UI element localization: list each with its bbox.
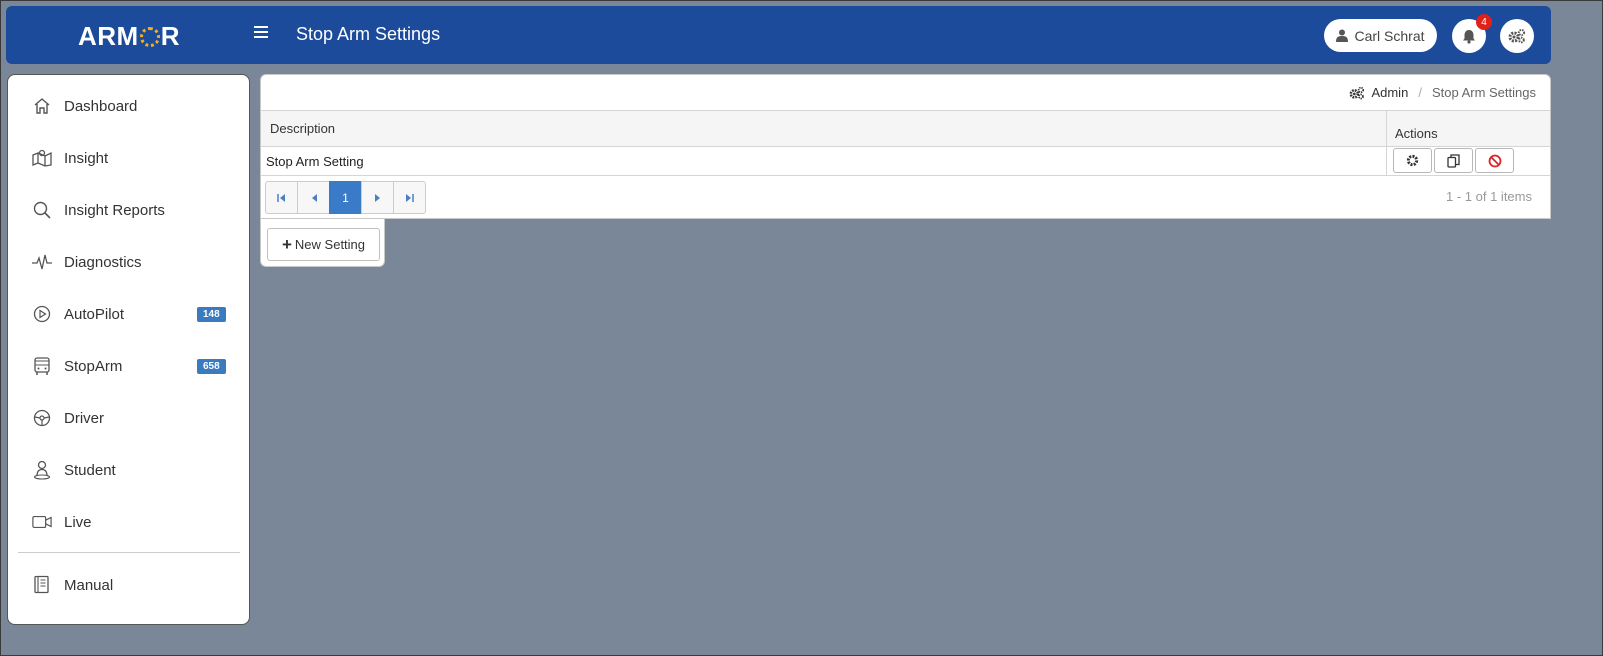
notifications-button[interactable]: 4 (1452, 14, 1492, 53)
new-setting-button[interactable]: + New Setting (267, 228, 380, 261)
sidebar-item-label: Diagnostics (64, 253, 142, 271)
row-description: Stop Arm Setting (266, 154, 364, 169)
user-name: Carl Schrat (1354, 27, 1425, 44)
edit-settings-button[interactable] (1393, 148, 1432, 173)
first-page-icon (277, 193, 285, 202)
copy-button[interactable] (1434, 148, 1473, 173)
sidebar-item-label: Live (64, 513, 92, 531)
settings-button[interactable] (1500, 19, 1534, 53)
sidebar-item-insight[interactable]: Insight (8, 138, 249, 178)
sidebar-item-label: StopArm (64, 357, 123, 375)
home-icon (32, 96, 52, 116)
prev-page-button[interactable] (297, 181, 330, 214)
autopilot-count-badge: 148 (197, 306, 226, 322)
new-setting-area: + New Setting (260, 219, 385, 267)
page-title: Stop Arm Settings (296, 24, 441, 44)
next-page-icon (374, 193, 380, 202)
sidebar-item-live[interactable]: Live (8, 502, 249, 542)
sidebar-item-student[interactable]: Student (8, 450, 249, 490)
sidebar-item-label: Insight (64, 149, 109, 167)
pager-info: 1 - 1 of 1 items (1446, 189, 1532, 204)
last-page-button[interactable] (393, 181, 426, 214)
logo-prefix: ARM (78, 21, 139, 51)
column-header-actions: Actions (1395, 126, 1438, 141)
top-header: ARM R Stop Arm Settings Carl Schrat 4 (6, 6, 1551, 64)
prev-page-icon (311, 193, 317, 202)
map-icon (32, 148, 52, 168)
steering-wheel-icon (32, 408, 52, 428)
sidebar-item-diagnostics[interactable]: Diagnostics (8, 242, 249, 282)
stoparm-count-badge: 658 (197, 358, 226, 374)
play-circle-icon (32, 304, 52, 324)
sidebar-item-stoparm[interactable]: StopArm 658 (8, 346, 249, 386)
ban-icon (1488, 154, 1501, 167)
gears-icon (1350, 86, 1365, 99)
user-menu-button[interactable]: Carl Schrat (1324, 19, 1437, 52)
sidebar-item-insight-reports[interactable]: Insight Reports (8, 190, 249, 230)
row-actions (1386, 147, 1550, 175)
sidebar-item-label: Student (64, 461, 116, 479)
armor-logo[interactable]: ARM R (78, 21, 180, 52)
video-camera-icon (32, 512, 52, 532)
logo-suffix: R (160, 21, 180, 51)
user-icon (1336, 29, 1349, 42)
search-icon (32, 200, 52, 220)
gear-icon (1406, 154, 1419, 167)
sidebar-item-autopilot[interactable]: AutoPilot 148 (8, 294, 249, 334)
menu-toggle-icon[interactable] (254, 26, 268, 40)
first-page-button[interactable] (265, 181, 298, 214)
sidebar-item-label: AutoPilot (64, 305, 125, 323)
sidebar-item-label: Manual (64, 576, 114, 594)
sidebar-item-label: Insight Reports (64, 201, 165, 219)
breadcrumb-current: Stop Arm Settings (1431, 85, 1536, 100)
pagination: 1 (265, 181, 426, 214)
new-setting-label: New Setting (294, 237, 366, 252)
logo-sun-icon (139, 27, 160, 47)
sidebar-item-label: Driver (64, 409, 104, 427)
column-header-description[interactable]: Description (270, 121, 335, 136)
notification-count-badge: 4 (1476, 14, 1492, 30)
bus-icon (32, 356, 52, 376)
breadcrumb-separator: / (1418, 85, 1422, 100)
bell-icon (1463, 29, 1475, 44)
student-icon (32, 460, 52, 480)
grid-header: Description Actions (261, 110, 1550, 147)
delete-button[interactable] (1475, 148, 1514, 173)
settings-panel: Admin / Stop Arm Settings Description Ac… (260, 74, 1551, 219)
sidebar-item-dashboard[interactable]: Dashboard (8, 86, 249, 126)
plus-icon: + (281, 234, 292, 254)
sidebar-item-driver[interactable]: Driver (8, 398, 249, 438)
settings-grid: Description Actions Stop Arm Setting (261, 110, 1550, 176)
copy-icon (1447, 153, 1460, 168)
pulse-icon (32, 252, 52, 272)
last-page-icon (406, 193, 414, 202)
gears-icon (1508, 28, 1526, 44)
column-header-actions-cell: Actions (1386, 111, 1550, 147)
sidebar-item-label: Dashboard (64, 97, 138, 115)
breadcrumb: Admin / Stop Arm Settings (1349, 85, 1536, 100)
breadcrumb-admin-link[interactable]: Admin (1371, 85, 1408, 100)
book-icon (32, 575, 52, 595)
sidebar: Dashboard Insight Insight Reports Diagno… (7, 74, 250, 625)
sidebar-item-manual[interactable]: Manual (8, 565, 249, 605)
table-row[interactable]: Stop Arm Setting (261, 147, 1550, 176)
page-number-button[interactable]: 1 (329, 181, 362, 214)
sidebar-divider (18, 552, 240, 553)
next-page-button[interactable] (361, 181, 394, 214)
